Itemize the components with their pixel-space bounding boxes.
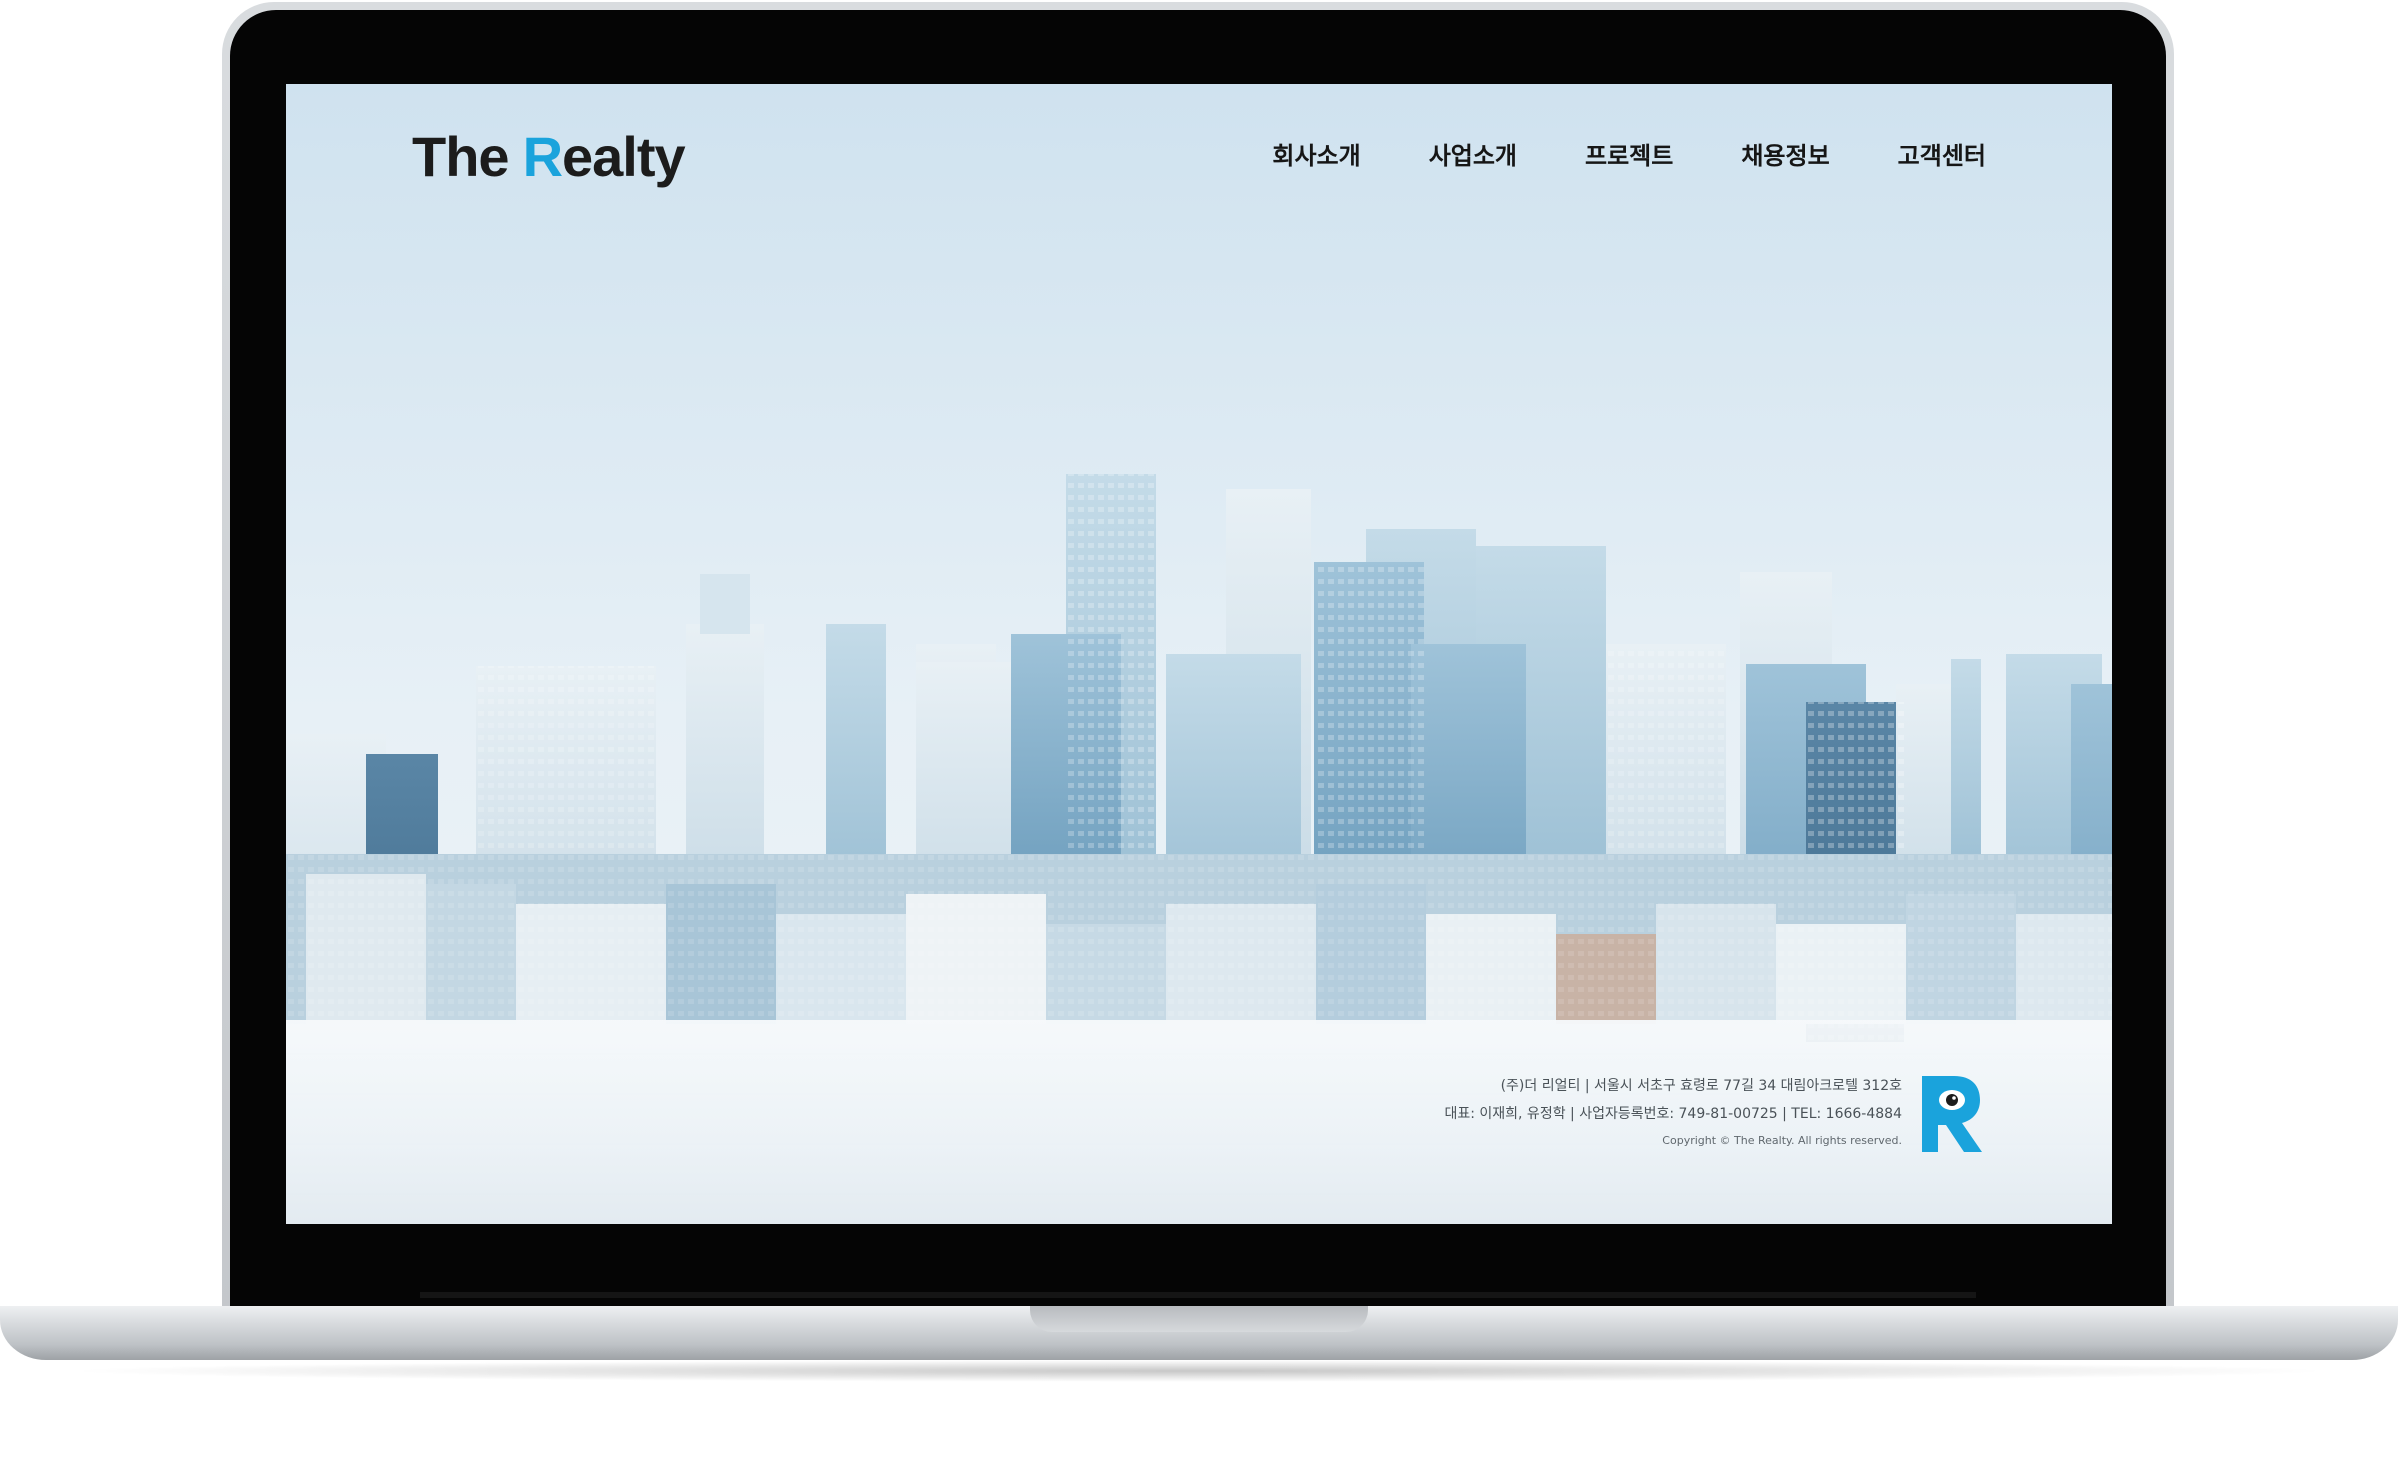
website-screen: The R ealty 회사소개 사업소개 프로젝트 채용정보 고객센터 (주)…	[286, 84, 2112, 1224]
nav-item-support[interactable]: 고객센터	[1898, 132, 1986, 175]
laptop-notch	[1030, 1306, 1368, 1332]
nav-item-projects[interactable]: 프로젝트	[1585, 132, 1673, 175]
logo-text-the: The	[412, 124, 510, 188]
footer-business-info: 대표: 이재희, 유정학 | 사업자등록번호: 749-81-00725 | T…	[1444, 1106, 1902, 1122]
nav-item-company[interactable]: 회사소개	[1272, 132, 1360, 175]
logo-text-ealty: ealty	[562, 124, 686, 188]
bezel-edge	[420, 1292, 1976, 1298]
footer-copyright: Copyright © The Realty. All rights reser…	[1662, 1134, 1902, 1147]
site-logo[interactable]: The R ealty	[412, 116, 686, 196]
laptop-shadow	[60, 1360, 2338, 1382]
nav-item-careers[interactable]: 채용정보	[1741, 132, 1829, 175]
footer-info: (주)더 리얼티 | 서울시 서초구 효령로 77길 34 대림아크로텔 312…	[1444, 1072, 1902, 1154]
nav-item-business[interactable]: 사업소개	[1429, 132, 1517, 175]
logo-accent-letter: R	[522, 124, 563, 188]
main-nav: 회사소개 사업소개 프로젝트 채용정보 고객센터	[1272, 132, 1986, 175]
footer-r-logo-icon	[1922, 1076, 1982, 1152]
laptop-mockup: The R ealty 회사소개 사업소개 프로젝트 채용정보 고객센터 (주)…	[0, 0, 2398, 1482]
footer-company-address: (주)더 리얼티 | 서울시 서초구 효령로 77길 34 대림아크로텔 312…	[1500, 1078, 1902, 1094]
